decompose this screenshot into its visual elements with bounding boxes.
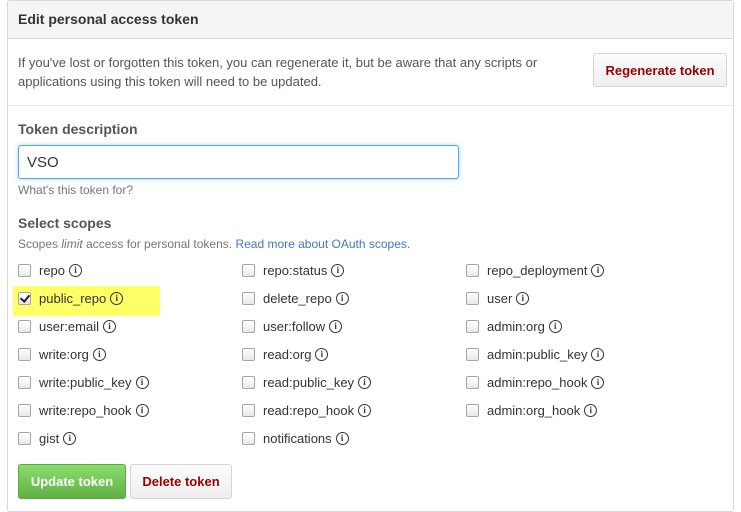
scope-label: admin:repo_hook — [487, 374, 588, 390]
scope-label: read:repo_hook — [263, 402, 355, 418]
delete-token-button[interactable]: Delete token — [130, 464, 232, 499]
scope-label: write:repo_hook — [39, 402, 132, 418]
scope-checkbox[interactable] — [466, 263, 479, 277]
scope-checkbox[interactable] — [242, 319, 255, 333]
scope-checkbox[interactable] — [466, 347, 479, 361]
scope-label: delete_repo — [263, 290, 332, 306]
scope-checkbox[interactable] — [242, 431, 255, 445]
info-circle-icon[interactable]: i — [102, 319, 116, 333]
scope-checkbox[interactable] — [18, 291, 31, 305]
update-token-button[interactable]: Update token — [18, 464, 126, 499]
scope-checkbox[interactable] — [18, 375, 31, 389]
scope-public-repo[interactable]: public_repo i — [18, 288, 124, 308]
info-circle-icon[interactable]: i — [591, 347, 605, 361]
scope-label: read:public_key — [263, 374, 355, 390]
regenerate-token-button[interactable]: Regenerate token — [593, 53, 727, 87]
scope-admin-repo-hook[interactable]: admin:repo_hook i — [466, 372, 605, 392]
token-description-label: Token description — [18, 121, 138, 137]
scope-delete-repo[interactable]: delete_repo i — [242, 288, 349, 308]
scope-label: repo_deployment — [487, 262, 588, 278]
token-panel: Edit personal access token If you've los… — [7, 0, 734, 512]
scopes-note: Scopes limit access for personal tokens.… — [18, 237, 410, 251]
scope-checkbox[interactable] — [242, 263, 255, 277]
scope-label: user:email — [39, 318, 99, 334]
scope-write-org[interactable]: write:org i — [18, 344, 106, 364]
info-circle-icon[interactable]: i — [331, 263, 345, 277]
scope-checkbox[interactable] — [242, 403, 255, 417]
info-circle-icon[interactable]: i — [516, 291, 530, 305]
oauth-scopes-link[interactable]: Read more about OAuth scopes. — [235, 237, 410, 251]
scope-checkbox[interactable] — [242, 291, 255, 305]
scope-read-org[interactable]: read:org i — [242, 344, 329, 364]
regenerate-text: If you've lost or forgotten this token, … — [18, 55, 538, 89]
info-circle-icon[interactable]: i — [548, 319, 562, 333]
scope-label: write:org — [39, 346, 89, 362]
info-circle-icon[interactable]: i — [69, 263, 83, 277]
scope-label: user — [487, 290, 513, 306]
scope-user[interactable]: user i — [466, 288, 530, 308]
info-circle-icon[interactable]: i — [591, 375, 605, 389]
scope-label: admin:public_key — [487, 346, 588, 362]
scope-checkbox[interactable] — [242, 375, 255, 389]
scope-label: write:public_key — [39, 374, 132, 390]
scope-label: admin:org_hook — [487, 402, 581, 418]
regenerate-section: If you've lost or forgotten this token, … — [8, 39, 733, 106]
info-circle-icon[interactable]: i — [315, 347, 329, 361]
scope-label: gist — [39, 430, 60, 446]
scope-checkbox[interactable] — [18, 347, 31, 361]
scope-user-follow[interactable]: user:follow i — [242, 316, 343, 336]
scope-checkbox[interactable] — [18, 403, 31, 417]
scope-gist[interactable]: gist i — [18, 428, 77, 448]
info-circle-icon[interactable]: i — [135, 375, 149, 389]
scope-checkbox[interactable] — [18, 431, 31, 445]
info-circle-icon[interactable]: i — [335, 291, 349, 305]
scope-checkbox[interactable] — [466, 403, 479, 417]
scope-checkbox[interactable] — [466, 291, 479, 305]
scope-admin-org-hook[interactable]: admin:org_hook i — [466, 400, 598, 420]
scopes-note-mid: access for personal tokens. — [82, 237, 236, 251]
scope-repo[interactable]: repo i — [18, 260, 83, 280]
scope-label: public_repo — [39, 290, 107, 306]
info-circle-icon[interactable]: i — [584, 403, 598, 417]
scope-label: user:follow — [263, 318, 326, 334]
token-description-input[interactable] — [18, 145, 459, 179]
scope-checkbox[interactable] — [18, 263, 31, 277]
scope-checkbox[interactable] — [242, 347, 255, 361]
info-circle-icon[interactable]: i — [329, 319, 343, 333]
info-circle-icon[interactable]: i — [358, 375, 372, 389]
scopes-note-em: limit — [61, 237, 83, 251]
scope-checkbox[interactable] — [466, 319, 479, 333]
info-circle-icon[interactable]: i — [335, 431, 349, 445]
info-circle-icon[interactable]: i — [63, 431, 77, 445]
scope-read-public-key[interactable]: read:public_key i — [242, 372, 372, 392]
scope-repo-deployment[interactable]: repo_deployment i — [466, 260, 605, 280]
scope-label: repo — [39, 262, 66, 278]
scopes-note-prefix: Scopes — [18, 237, 62, 251]
info-circle-icon[interactable]: i — [591, 263, 605, 277]
panel-title: Edit personal access token — [8, 1, 733, 39]
scope-label: repo:status — [263, 262, 328, 278]
scope-repo-status[interactable]: repo:status i — [242, 260, 345, 280]
info-circle-icon[interactable]: i — [92, 347, 106, 361]
token-description-hint: What's this token for? — [18, 183, 134, 197]
info-circle-icon[interactable]: i — [358, 403, 372, 417]
scope-checkbox[interactable] — [18, 319, 31, 333]
scope-label: read:org — [263, 346, 312, 362]
scope-user-email[interactable]: user:email i — [18, 316, 116, 336]
scope-label: admin:org — [487, 318, 545, 334]
scope-read-repo-hook[interactable]: read:repo_hook i — [242, 400, 372, 420]
info-circle-icon[interactable]: i — [110, 291, 124, 305]
scope-write-repo-hook[interactable]: write:repo_hook i — [18, 400, 149, 420]
scope-checkbox[interactable] — [466, 375, 479, 389]
scope-label: notifications — [263, 430, 332, 446]
scope-write-public-key[interactable]: write:public_key i — [18, 372, 149, 392]
scope-notifications[interactable]: notifications i — [242, 428, 349, 448]
scope-admin-org[interactable]: admin:org i — [466, 316, 562, 336]
info-circle-icon[interactable]: i — [135, 403, 149, 417]
select-scopes-label: Select scopes — [18, 215, 112, 231]
scope-admin-public-key[interactable]: admin:public_key i — [466, 344, 605, 364]
